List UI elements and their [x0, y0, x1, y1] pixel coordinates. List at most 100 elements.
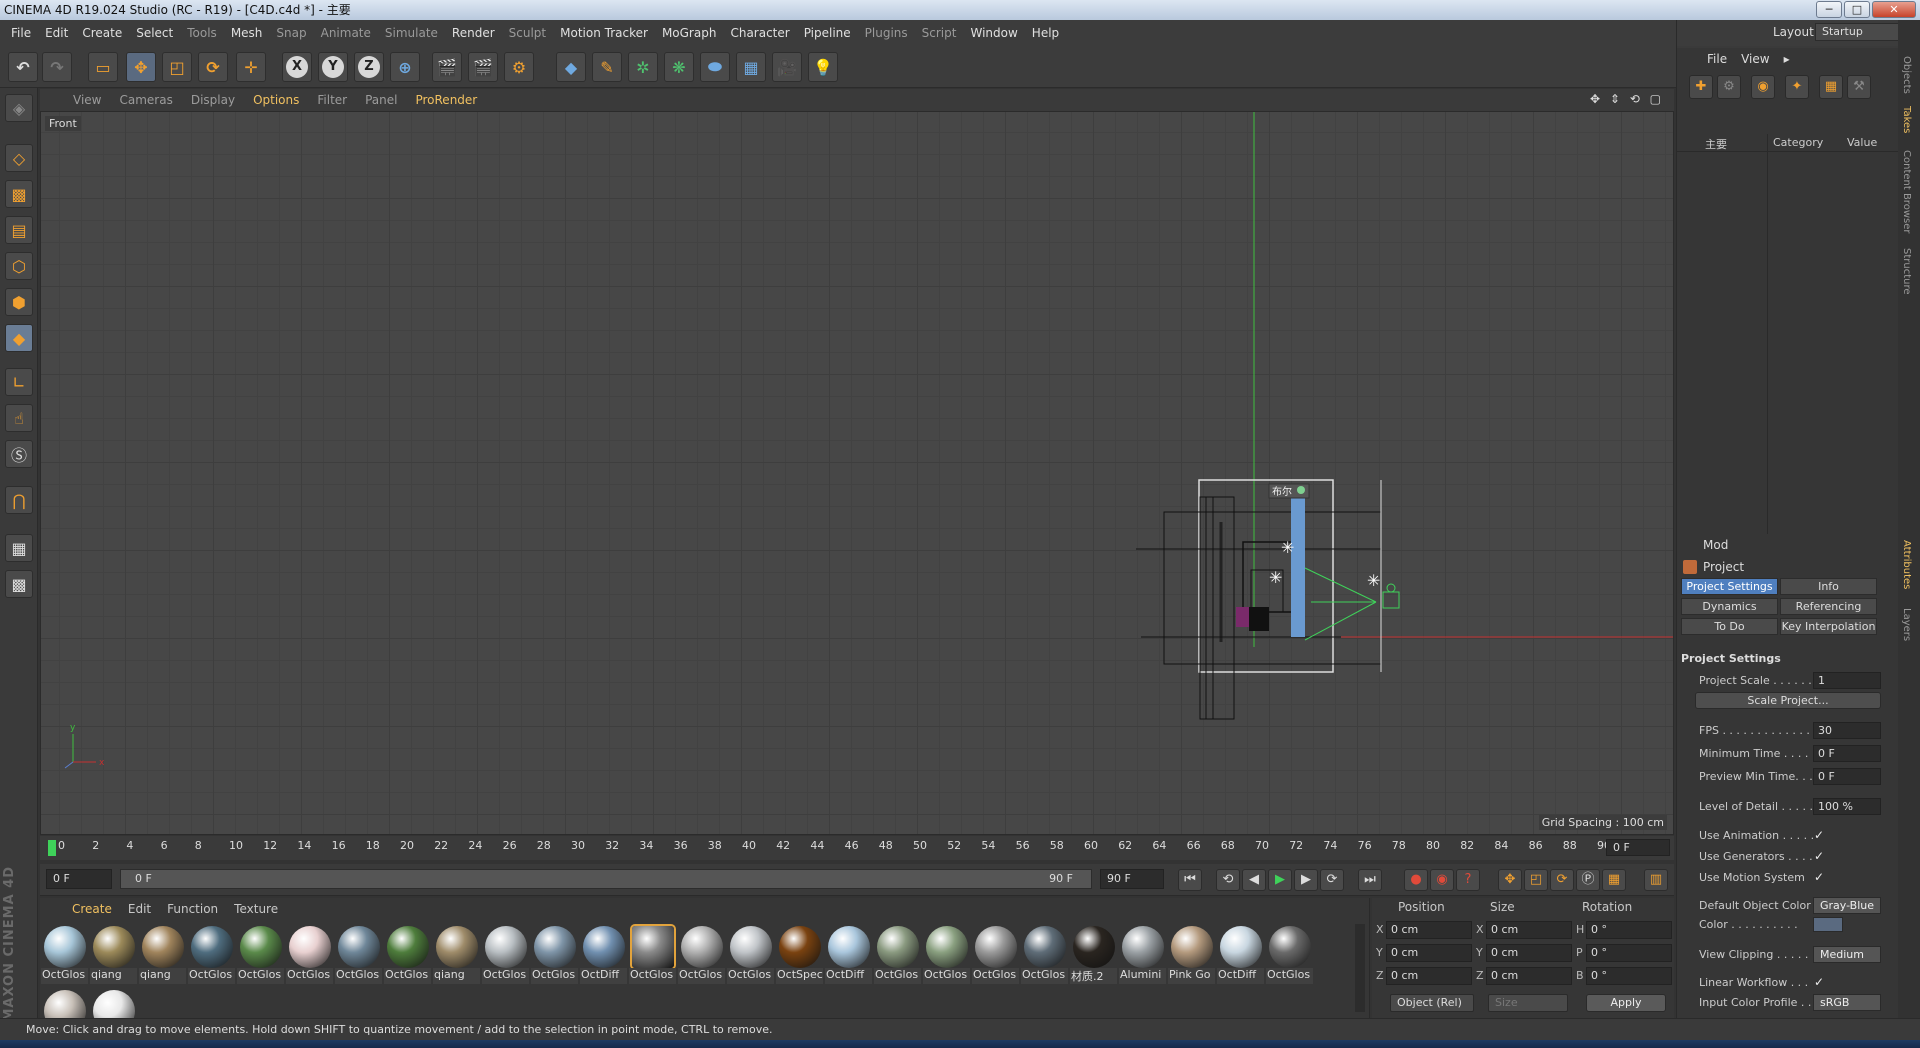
next-key-icon[interactable]: ⟳: [1320, 869, 1344, 891]
side-tab-attributes[interactable]: Attributes: [1901, 540, 1912, 589]
side-tab-structure[interactable]: Structure: [1901, 248, 1912, 295]
material-thumbnail[interactable]: OctGlos: [530, 924, 579, 986]
linear-workflow-checkbox[interactable]: ✓: [1814, 975, 1828, 989]
points-mode-icon[interactable]: ⬡: [5, 252, 33, 280]
light-icon[interactable]: 💡: [808, 52, 838, 82]
camera-icon[interactable]: 🎥: [772, 52, 802, 82]
material-thumbnail[interactable]: OctGlos: [677, 924, 726, 986]
take-render-icon[interactable]: ▦: [1819, 75, 1843, 99]
size-z-field[interactable]: 0 cm: [1486, 967, 1572, 985]
pen-spline-icon[interactable]: ✎: [592, 52, 622, 82]
material-thumbnail[interactable]: OctGlos: [40, 924, 89, 986]
size-y-field[interactable]: 0 cm: [1486, 944, 1572, 962]
take-lock-icon[interactable]: ✦: [1785, 75, 1809, 99]
material-thumbnail[interactable]: OctGlos: [236, 924, 285, 986]
floor-icon[interactable]: ▦: [736, 52, 766, 82]
undo-icon[interactable]: ↶: [8, 52, 38, 82]
position-y-field[interactable]: 0 cm: [1386, 944, 1472, 962]
tab-dynamics[interactable]: Dynamics: [1681, 598, 1778, 615]
goto-end-icon[interactable]: ⏭: [1358, 869, 1382, 891]
material-thumbnail[interactable]: OctDiff: [579, 924, 628, 986]
size-mode-dropdown[interactable]: Size: [1488, 994, 1568, 1012]
preview-range-slider[interactable]: 0 F 90 F: [120, 869, 1092, 889]
menu-file[interactable]: File: [4, 26, 38, 40]
prev-key-icon[interactable]: ⟲: [1216, 869, 1240, 891]
minimize-button[interactable]: ─: [1816, 1, 1842, 18]
material-thumbnail[interactable]: OctGlos: [187, 924, 236, 986]
material-thumbnail[interactable]: OctGlos: [873, 924, 922, 986]
object-name-column[interactable]: 主要: [1705, 136, 1727, 152]
z-axis-icon[interactable]: Z: [354, 52, 384, 82]
tab-to-do[interactable]: To Do: [1681, 618, 1778, 635]
coordinate-mode-dropdown[interactable]: Object (Rel): [1390, 994, 1474, 1012]
level-of-detail-field[interactable]: 100 %: [1813, 798, 1881, 815]
layout-dropdown[interactable]: Startup: [1815, 23, 1911, 41]
key-rotation-icon[interactable]: ⟳: [1550, 869, 1574, 891]
menu-motion-tracker[interactable]: Motion Tracker: [553, 26, 655, 40]
key-pla-icon[interactable]: ▦: [1602, 869, 1626, 891]
solo-icon[interactable]: Ⓢ: [5, 440, 33, 468]
play-icon[interactable]: ▶: [1268, 869, 1292, 891]
key-scale-icon[interactable]: ◰: [1524, 869, 1548, 891]
material-thumbnail[interactable]: qiang: [138, 924, 187, 986]
material-thumbnail[interactable]: OctGlos: [628, 924, 677, 986]
color-swatch[interactable]: [1813, 917, 1843, 932]
current-frame-field[interactable]: 0 F: [1606, 839, 1670, 856]
menu-script[interactable]: Script: [915, 26, 964, 40]
material-thumbnail[interactable]: OctGlos: [334, 924, 383, 986]
redo-icon[interactable]: ↷: [42, 52, 72, 82]
y-axis-icon[interactable]: Y: [318, 52, 348, 82]
project-scale-field[interactable]: 1: [1813, 672, 1881, 689]
tab-key-interpolation[interactable]: Key Interpolation: [1780, 618, 1877, 635]
workplane-icon[interactable]: ▤: [5, 216, 33, 244]
scale-tool-icon[interactable]: ◰: [162, 52, 192, 82]
position-x-field[interactable]: 0 cm: [1386, 921, 1472, 939]
fps-field[interactable]: 30: [1813, 722, 1881, 739]
side-tab-layers[interactable]: Layers: [1901, 608, 1912, 641]
make-editable-icon[interactable]: ◈: [5, 94, 33, 122]
viewport-nav-icons[interactable]: ✥ ⇕ ⟲ ▢: [1590, 92, 1664, 106]
material-thumbnail[interactable]: OctGlos: [922, 924, 971, 986]
locked-workplane-icon[interactable]: ▦: [5, 534, 33, 562]
tab-info[interactable]: Info: [1780, 578, 1877, 595]
menu-window[interactable]: Window: [963, 26, 1024, 40]
side-tab-content-browser[interactable]: Content Browser: [1901, 150, 1912, 233]
rotation-b-field[interactable]: 0 °: [1586, 967, 1672, 985]
planar-workplane-icon[interactable]: ▩: [5, 570, 33, 598]
keyframe-selection-icon[interactable]: ?: [1456, 869, 1480, 891]
vp-menu-filter[interactable]: Filter: [308, 93, 356, 107]
material-thumbnail[interactable]: OctDiff: [824, 924, 873, 986]
side-tab-takes[interactable]: Takes: [1901, 106, 1912, 133]
take-icon[interactable]: ✚: [1689, 75, 1713, 99]
prev-frame-icon[interactable]: ◀: [1242, 869, 1266, 891]
use-motion-system-checkbox[interactable]: ✓: [1814, 870, 1828, 884]
render-settings-icon[interactable]: ⚙: [504, 52, 534, 82]
start-frame-field[interactable]: 0 F: [46, 869, 112, 889]
default-object-color-dropdown[interactable]: Gray-Blue: [1813, 897, 1881, 914]
obj-menu-more-icon[interactable]: ▸: [1784, 52, 1804, 66]
vp-menu-prorender[interactable]: ProRender: [406, 93, 486, 107]
size-x-field[interactable]: 0 cm: [1486, 921, 1572, 939]
menu-edit[interactable]: Edit: [38, 26, 75, 40]
minimum-time-field[interactable]: 0 F: [1813, 745, 1881, 762]
view-clipping-dropdown[interactable]: Medium: [1813, 946, 1881, 963]
menu-create[interactable]: Create: [75, 26, 129, 40]
material-thumbnail[interactable]: qiang: [432, 924, 481, 986]
vp-menu-display[interactable]: Display: [182, 93, 244, 107]
autokey-icon[interactable]: ◉: [1430, 869, 1454, 891]
material-thumbnail[interactable]: OctSpec: [775, 924, 824, 986]
material-thumbnail[interactable]: OctDiff: [1216, 924, 1265, 986]
texture-mode-icon[interactable]: ▩: [5, 180, 33, 208]
next-frame-icon[interactable]: ▶: [1294, 869, 1318, 891]
material-thumbnail[interactable]: Alumini: [1118, 924, 1167, 986]
snap-icon[interactable]: ⋂: [5, 486, 33, 514]
value-column[interactable]: Value: [1847, 136, 1877, 149]
attr-menu-mode[interactable]: Mod: [1703, 538, 1728, 552]
timeline-window-icon[interactable]: ▥: [1644, 869, 1668, 891]
menu-pipeline[interactable]: Pipeline: [797, 26, 858, 40]
timeline-ruler[interactable]: 0 2 4 6 8 10 12 14 16 18 20 22 24 26 28 30 32 34 36 38 40 42 4…: [40, 836, 1674, 860]
vp-menu-panel[interactable]: Panel: [356, 93, 406, 107]
material-thumbnail[interactable]: qiang: [89, 924, 138, 986]
material-thumbnail[interactable]: OctGlos: [481, 924, 530, 986]
obj-menu-view[interactable]: View: [1741, 52, 1783, 66]
